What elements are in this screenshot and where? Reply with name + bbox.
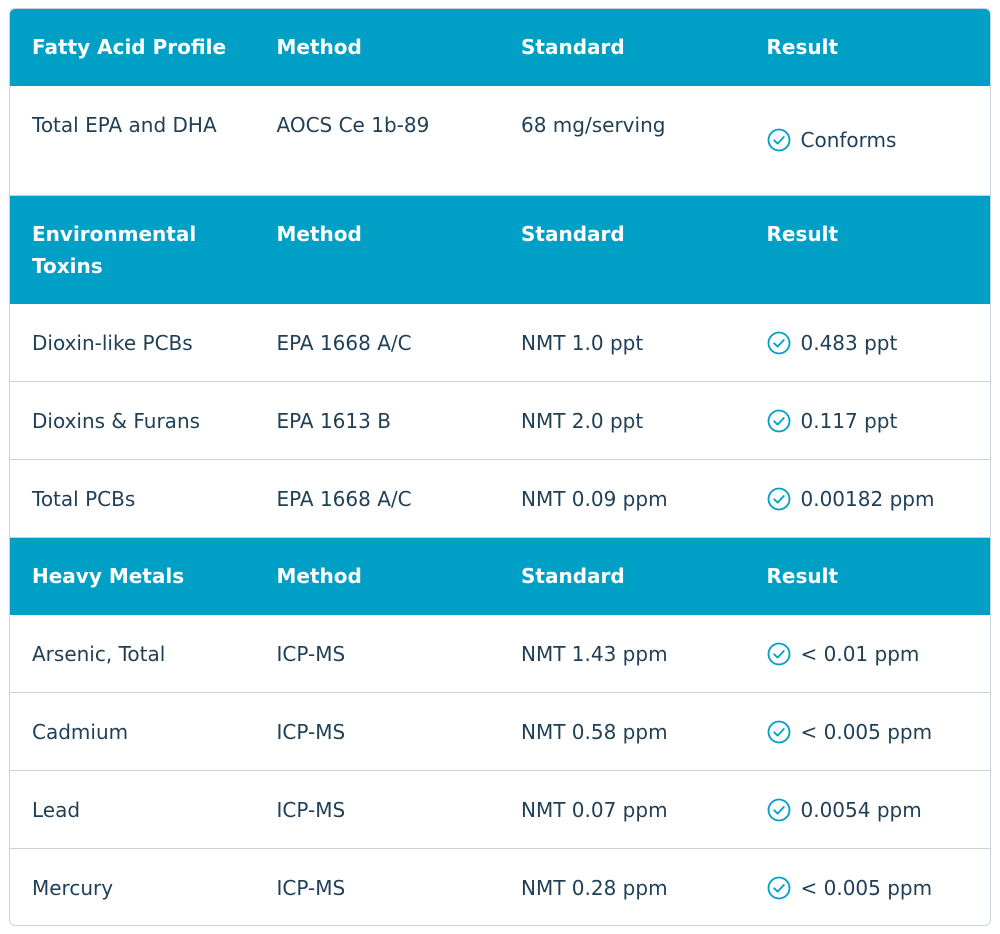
test-name: Dioxins & Furans xyxy=(32,408,201,433)
test-result: Conforms xyxy=(745,86,991,156)
result-value: < 0.005 ppm xyxy=(800,719,933,744)
result-value: < 0.01 ppm xyxy=(800,641,920,666)
check-circle-icon xyxy=(767,720,791,744)
test-result: 0.0054 ppm xyxy=(745,794,991,826)
test-name: Cadmium xyxy=(32,719,129,744)
test-name: Mercury xyxy=(32,876,114,900)
header-category: Heavy Metals xyxy=(32,564,185,588)
header-result: Result xyxy=(766,564,839,588)
result-value: 0.117 ppt xyxy=(800,408,898,433)
table-row: Total PCBs EPA 1668 A/C NMT 0.09 ppm 0.0… xyxy=(10,460,990,538)
check-circle-icon xyxy=(767,128,791,152)
header-method: Method xyxy=(276,564,362,588)
test-standard: NMT 2.0 ppt xyxy=(521,408,644,433)
check-circle-icon xyxy=(767,876,791,900)
test-standard: NMT 1.43 ppm xyxy=(521,641,668,666)
table-row: Lead ICP-MS NMT 0.07 ppm 0.0054 ppm xyxy=(10,771,990,849)
check-circle-icon xyxy=(767,487,791,511)
section-header-heavy-metals: Heavy Metals Method Standard Result xyxy=(10,538,990,615)
test-name: Total PCBs xyxy=(32,486,136,511)
table-row: Mercury ICP-MS NMT 0.28 ppm < 0.005 ppm xyxy=(10,849,991,925)
results-table: Fatty Acid Profile Method Standard Resul… xyxy=(9,8,991,926)
result-value: 0.0054 ppm xyxy=(800,797,922,822)
table-row: Arsenic, Total ICP-MS NMT 1.43 ppm < 0.0… xyxy=(10,615,990,693)
test-name: Dioxin-like PCBs xyxy=(32,330,193,355)
result-value: 0.00182 ppm xyxy=(800,486,935,511)
test-method: ICP-MS xyxy=(276,876,346,900)
test-method: EPA 1668 A/C xyxy=(276,330,412,355)
test-method: ICP-MS xyxy=(276,797,346,822)
header-standard: Standard xyxy=(521,35,625,59)
table-row: Total EPA and DHA AOCS Ce 1b-89 68 mg/se… xyxy=(10,86,990,196)
header-result: Result xyxy=(766,222,839,246)
header-standard: Standard xyxy=(521,222,625,246)
header-standard: Standard xyxy=(521,564,625,588)
check-circle-icon xyxy=(767,409,791,433)
section-header-environmental-toxins: Environmental Toxins Method Standard Res… xyxy=(10,196,990,304)
test-name: Total EPA and DHA xyxy=(32,113,217,137)
header-method: Method xyxy=(276,222,362,246)
result-value: 0.483 ppt xyxy=(800,330,898,355)
test-result: < 0.005 ppm xyxy=(745,716,991,748)
test-result: < 0.01 ppm xyxy=(745,638,991,670)
test-result: 0.483 ppt xyxy=(745,327,991,359)
test-standard: NMT 1.0 ppt xyxy=(521,330,644,355)
result-value: < 0.005 ppm xyxy=(800,876,933,900)
test-standard: NMT 0.28 ppm xyxy=(521,876,668,900)
header-result: Result xyxy=(766,35,839,59)
check-circle-icon xyxy=(767,642,791,666)
test-method: EPA 1668 A/C xyxy=(276,486,412,511)
test-name: Arsenic, Total xyxy=(32,641,166,666)
check-circle-icon xyxy=(767,798,791,822)
header-category: Fatty Acid Profile xyxy=(32,35,227,59)
header-method: Method xyxy=(276,35,362,59)
table-row: Dioxins & Furans EPA 1613 B NMT 2.0 ppt … xyxy=(10,382,990,460)
test-name: Lead xyxy=(32,797,81,822)
test-standard: NMT 0.07 ppm xyxy=(521,797,668,822)
header-category: Environmental Toxins xyxy=(32,222,197,278)
test-result: 0.117 ppt xyxy=(745,405,991,437)
test-standard: NMT 0.58 ppm xyxy=(521,719,668,744)
test-standard: 68 mg/serving xyxy=(521,113,666,137)
test-result: < 0.005 ppm xyxy=(745,872,991,904)
result-value: Conforms xyxy=(800,128,897,152)
test-method: ICP-MS xyxy=(276,641,346,666)
test-method: ICP-MS xyxy=(276,719,346,744)
section-header-fatty-acid: Fatty Acid Profile Method Standard Resul… xyxy=(10,9,990,86)
check-circle-icon xyxy=(767,331,791,355)
table-row: Cadmium ICP-MS NMT 0.58 ppm < 0.005 ppm xyxy=(10,693,990,771)
table-row: Dioxin-like PCBs EPA 1668 A/C NMT 1.0 pp… xyxy=(10,304,990,382)
test-method: EPA 1613 B xyxy=(276,408,391,433)
test-standard: NMT 0.09 ppm xyxy=(521,486,668,511)
test-result: 0.00182 ppm xyxy=(745,483,991,515)
test-method: AOCS Ce 1b-89 xyxy=(276,113,430,137)
